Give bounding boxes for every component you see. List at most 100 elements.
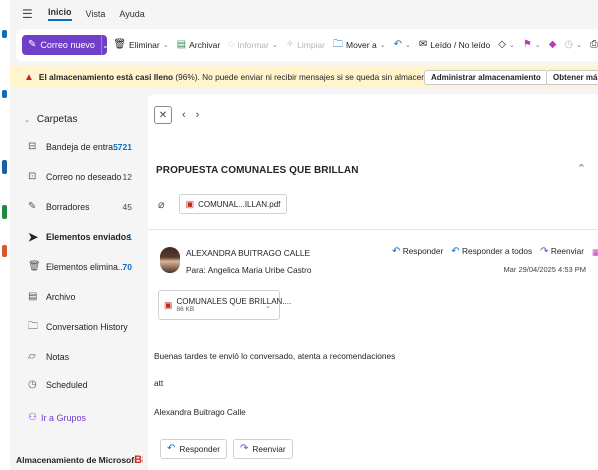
move-to-label: Mover a bbox=[346, 40, 377, 50]
sidebar-item-deleted[interactable]: 🗑 Elementos elimina... 70 bbox=[28, 257, 140, 277]
message-date: Mar 29/04/2025 4:53 PM bbox=[503, 265, 586, 274]
calendar-icon[interactable]: ▦ bbox=[592, 247, 598, 257]
sweep-label: Limpiar bbox=[297, 40, 325, 50]
delete-button[interactable]: 🗑 Eliminar ⌄ bbox=[113, 39, 169, 51]
app-icon[interactable] bbox=[2, 90, 7, 98]
warning-message: No puede enviar ni recibir mensajes si s… bbox=[202, 72, 458, 82]
new-mail-dropdown[interactable]: ⌄ bbox=[100, 35, 107, 55]
pin-icon: ◆ bbox=[548, 39, 557, 50]
new-mail-label: Correo nuevo bbox=[40, 40, 95, 50]
snooze-button[interactable]: ◷ ⌄ bbox=[564, 40, 582, 50]
archive-button[interactable]: ▤ Archivar bbox=[177, 40, 221, 51]
sidebar-item-notes[interactable]: ▱ Notas bbox=[28, 347, 140, 367]
read-unread-button[interactable]: ✉ Leído / No leído bbox=[418, 39, 491, 51]
tab-inicio[interactable]: Inicio bbox=[48, 7, 72, 21]
tag-button[interactable]: ◇ ⌄ bbox=[498, 40, 515, 50]
app-icon[interactable] bbox=[2, 205, 7, 219]
go-to-groups-label: Ir a Grupos bbox=[40, 413, 86, 423]
new-mail-button[interactable]: ✎ Correo nuevo ⌄ bbox=[22, 35, 108, 55]
sweep-button[interactable]: ✧ Limpiar bbox=[286, 40, 325, 51]
sidebar-item-junk[interactable]: ⊡ Correo no deseado 12 bbox=[28, 167, 140, 187]
message-body-line: Buenas tardes te envió lo conversado, at… bbox=[154, 351, 396, 361]
clock-icon: ◷ bbox=[28, 379, 37, 390]
message-subject: PROPUESTA COMUNALES QUE BRILLAN bbox=[156, 165, 359, 176]
chevron-up-icon[interactable]: ⌃ bbox=[577, 162, 586, 175]
trash-icon: 🗑 bbox=[113, 39, 127, 50]
sidebar-item-archive[interactable]: ▤ Archivo bbox=[28, 287, 140, 307]
sidebar-item-label: Elementos enviados bbox=[46, 232, 132, 242]
storage-label: Almacenamiento de Microsof bbox=[16, 455, 135, 465]
pin-button[interactable]: ◆ bbox=[549, 40, 557, 50]
forward-action[interactable]: ↷ Reenviar bbox=[540, 246, 584, 257]
chevron-down-icon: ⌄ bbox=[271, 42, 278, 49]
reply-dropdown-button[interactable]: ↶ ⌄ bbox=[394, 40, 411, 50]
move-to-button[interactable]: 🗀 Mover a ⌄ bbox=[333, 40, 386, 51]
outlook-window: ☰ Inicio Vista Ayuda ✎ Correo nuevo ⌄ 🗑 El… bbox=[10, 0, 598, 470]
reading-pane: ✕ ‹ › PROPUESTA COMUNALES QUE BRILLAN ⌃ … bbox=[148, 94, 598, 470]
chevron-right-icon[interactable]: › bbox=[196, 109, 200, 121]
message-attachment[interactable]: ▣ COMUNALES QUE BRILLAN.... 86 KB ⌄ bbox=[158, 290, 291, 320]
compose-icon: ✎ bbox=[28, 39, 37, 50]
attachment-size: 86 KB bbox=[176, 306, 195, 313]
inbox-icon: ⊟ bbox=[28, 141, 37, 152]
sent-icon: ➤ bbox=[28, 230, 39, 244]
get-more-storage-button[interactable]: Obtener má bbox=[546, 70, 598, 85]
sidebar-item-sent[interactable]: ➤ Elementos enviados 1 bbox=[28, 227, 140, 247]
sidebar-item-conversation-history[interactable]: 🗀 Conversation History bbox=[28, 317, 140, 337]
recipient-line: Para: Angelica Maria Uribe Castro bbox=[186, 265, 311, 275]
hamburger-icon[interactable]: ☰ bbox=[22, 7, 34, 21]
reply-action[interactable]: ↶ Responder bbox=[392, 246, 443, 257]
flag-button[interactable]: ⚑ ⌄ bbox=[523, 40, 541, 50]
forward-button-label: Reenviar bbox=[252, 444, 286, 454]
chevron-left-icon[interactable]: ‹ bbox=[182, 109, 186, 121]
recipient-name[interactable]: Angelica Maria Uribe Castro bbox=[208, 265, 312, 275]
go-to-groups-link[interactable]: ⚇ Ir a Grupos bbox=[28, 413, 86, 424]
sidebar-item-drafts[interactable]: ✎ Borradores 45 bbox=[28, 197, 140, 217]
forward-label: Reenviar bbox=[550, 246, 585, 256]
reply-button[interactable]: ↶ Responder bbox=[160, 439, 227, 459]
chevron-down-icon[interactable]: ⌄ bbox=[265, 302, 271, 310]
folders-header[interactable]: ⌄ Carpetas bbox=[24, 114, 77, 125]
unread-count: 5721 bbox=[113, 142, 132, 152]
chevron-down-icon: ⌄ bbox=[379, 42, 386, 49]
app-icon[interactable] bbox=[2, 160, 7, 174]
reply-all-action[interactable]: ↶ Responder a todos bbox=[451, 246, 532, 257]
read-unread-label: Leído / No leído bbox=[430, 40, 491, 50]
sidebar-item-label: Correo no deseado bbox=[46, 172, 122, 182]
sidebar-item-label: Elementos elimina... bbox=[46, 262, 126, 272]
app-icon[interactable] bbox=[2, 30, 7, 38]
reply-icon: ↶ bbox=[392, 246, 401, 257]
attachment-filename: COMUNALES QUE BRILLAN.... bbox=[176, 297, 292, 306]
sidebar-item-scheduled[interactable]: ◷ Scheduled bbox=[28, 375, 140, 395]
warning-strong: El almacenamiento está casi lleno bbox=[38, 72, 174, 82]
reply-button-label: Responder bbox=[179, 444, 220, 454]
drafts-icon: ✎ bbox=[28, 201, 37, 212]
archive-icon: ▤ bbox=[28, 291, 38, 302]
junk-icon: ⊡ bbox=[28, 171, 37, 182]
divider bbox=[148, 229, 598, 230]
left-app-strip bbox=[0, 0, 10, 470]
forward-button[interactable]: ↷ Reenviar bbox=[232, 439, 293, 459]
avatar[interactable] bbox=[160, 247, 180, 273]
tab-vista[interactable]: Vista bbox=[86, 9, 106, 19]
tag-icon: ◇ bbox=[498, 39, 506, 50]
app-icon[interactable] bbox=[2, 245, 7, 257]
close-icon[interactable]: ✕ bbox=[154, 106, 172, 124]
sidebar-item-label: Scheduled bbox=[46, 380, 88, 390]
reply-label: Responder bbox=[402, 246, 444, 256]
report-label: Informar bbox=[237, 40, 269, 50]
print-button[interactable]: ⎙ bbox=[590, 40, 598, 50]
attachment-chip[interactable]: ▣ COMUNAL...ILLAN.pdf bbox=[178, 194, 288, 214]
envelope-open-icon: ✉ bbox=[418, 39, 428, 50]
chevron-down-icon: ⌄ bbox=[508, 42, 515, 49]
sidebar-item-label: Bandeja de entra... bbox=[46, 142, 121, 152]
storage-indicator[interactable]: Almacenamiento de MicrosofBNC bbox=[16, 454, 143, 466]
printer-icon: ⎙ bbox=[590, 39, 598, 50]
report-button[interactable]: ◌ Informar ⌄ bbox=[228, 40, 278, 51]
chevron-down-icon: ⌄ bbox=[162, 42, 169, 49]
sender-name[interactable]: ALEXANDRA BUITRAGO CALLE bbox=[186, 248, 310, 258]
tab-ayuda[interactable]: Ayuda bbox=[119, 9, 144, 19]
manage-storage-button[interactable]: Administrar almacenamiento bbox=[424, 70, 548, 85]
archive-label: Archivar bbox=[189, 40, 221, 50]
sidebar-item-inbox[interactable]: ⊟ Bandeja de entra... 5721 bbox=[28, 137, 140, 157]
